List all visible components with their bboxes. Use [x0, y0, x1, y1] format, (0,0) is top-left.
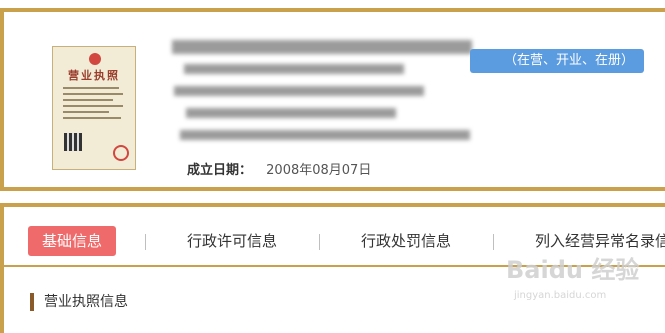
founded-date: 成立日期： 2008年08月07日	[187, 159, 371, 178]
status-badge: （在营、开业、在册）	[470, 49, 645, 73]
tab-separator	[145, 234, 146, 250]
license-text-line	[63, 87, 119, 89]
redacted-company-details	[164, 36, 474, 154]
company-info-card: 营业执照 （在营、开业、在册） 成立日期： 2008年08月07日	[0, 8, 665, 191]
license-text-line	[63, 111, 109, 113]
baidu-watermark-logo: Baidu 经验	[506, 256, 640, 284]
license-text-line	[63, 99, 113, 101]
official-stamp-icon	[113, 145, 129, 161]
tab-admin-penalty[interactable]: 行政处罚信息	[361, 226, 451, 256]
tab-basic-info[interactable]: 基础信息	[28, 226, 117, 256]
license-text-line	[63, 93, 123, 95]
tab-admin-permit[interactable]: 行政许可信息	[187, 226, 277, 256]
national-emblem-icon	[89, 53, 101, 65]
qr-code-icon	[64, 133, 82, 151]
founded-date-label: 成立日期：	[187, 163, 253, 178]
founded-date-value: 2008年08月07日	[266, 163, 372, 178]
business-license-image[interactable]: 营业执照	[52, 46, 136, 170]
tab-separator	[493, 234, 494, 250]
license-text-line	[63, 105, 123, 107]
tab-separator	[319, 234, 320, 250]
baidu-watermark-url: jingyan.baidu.com	[514, 290, 607, 301]
section-title-business-license: 营业执照信息	[30, 293, 128, 311]
license-text-line	[63, 117, 121, 119]
license-title: 营业执照	[68, 69, 120, 82]
